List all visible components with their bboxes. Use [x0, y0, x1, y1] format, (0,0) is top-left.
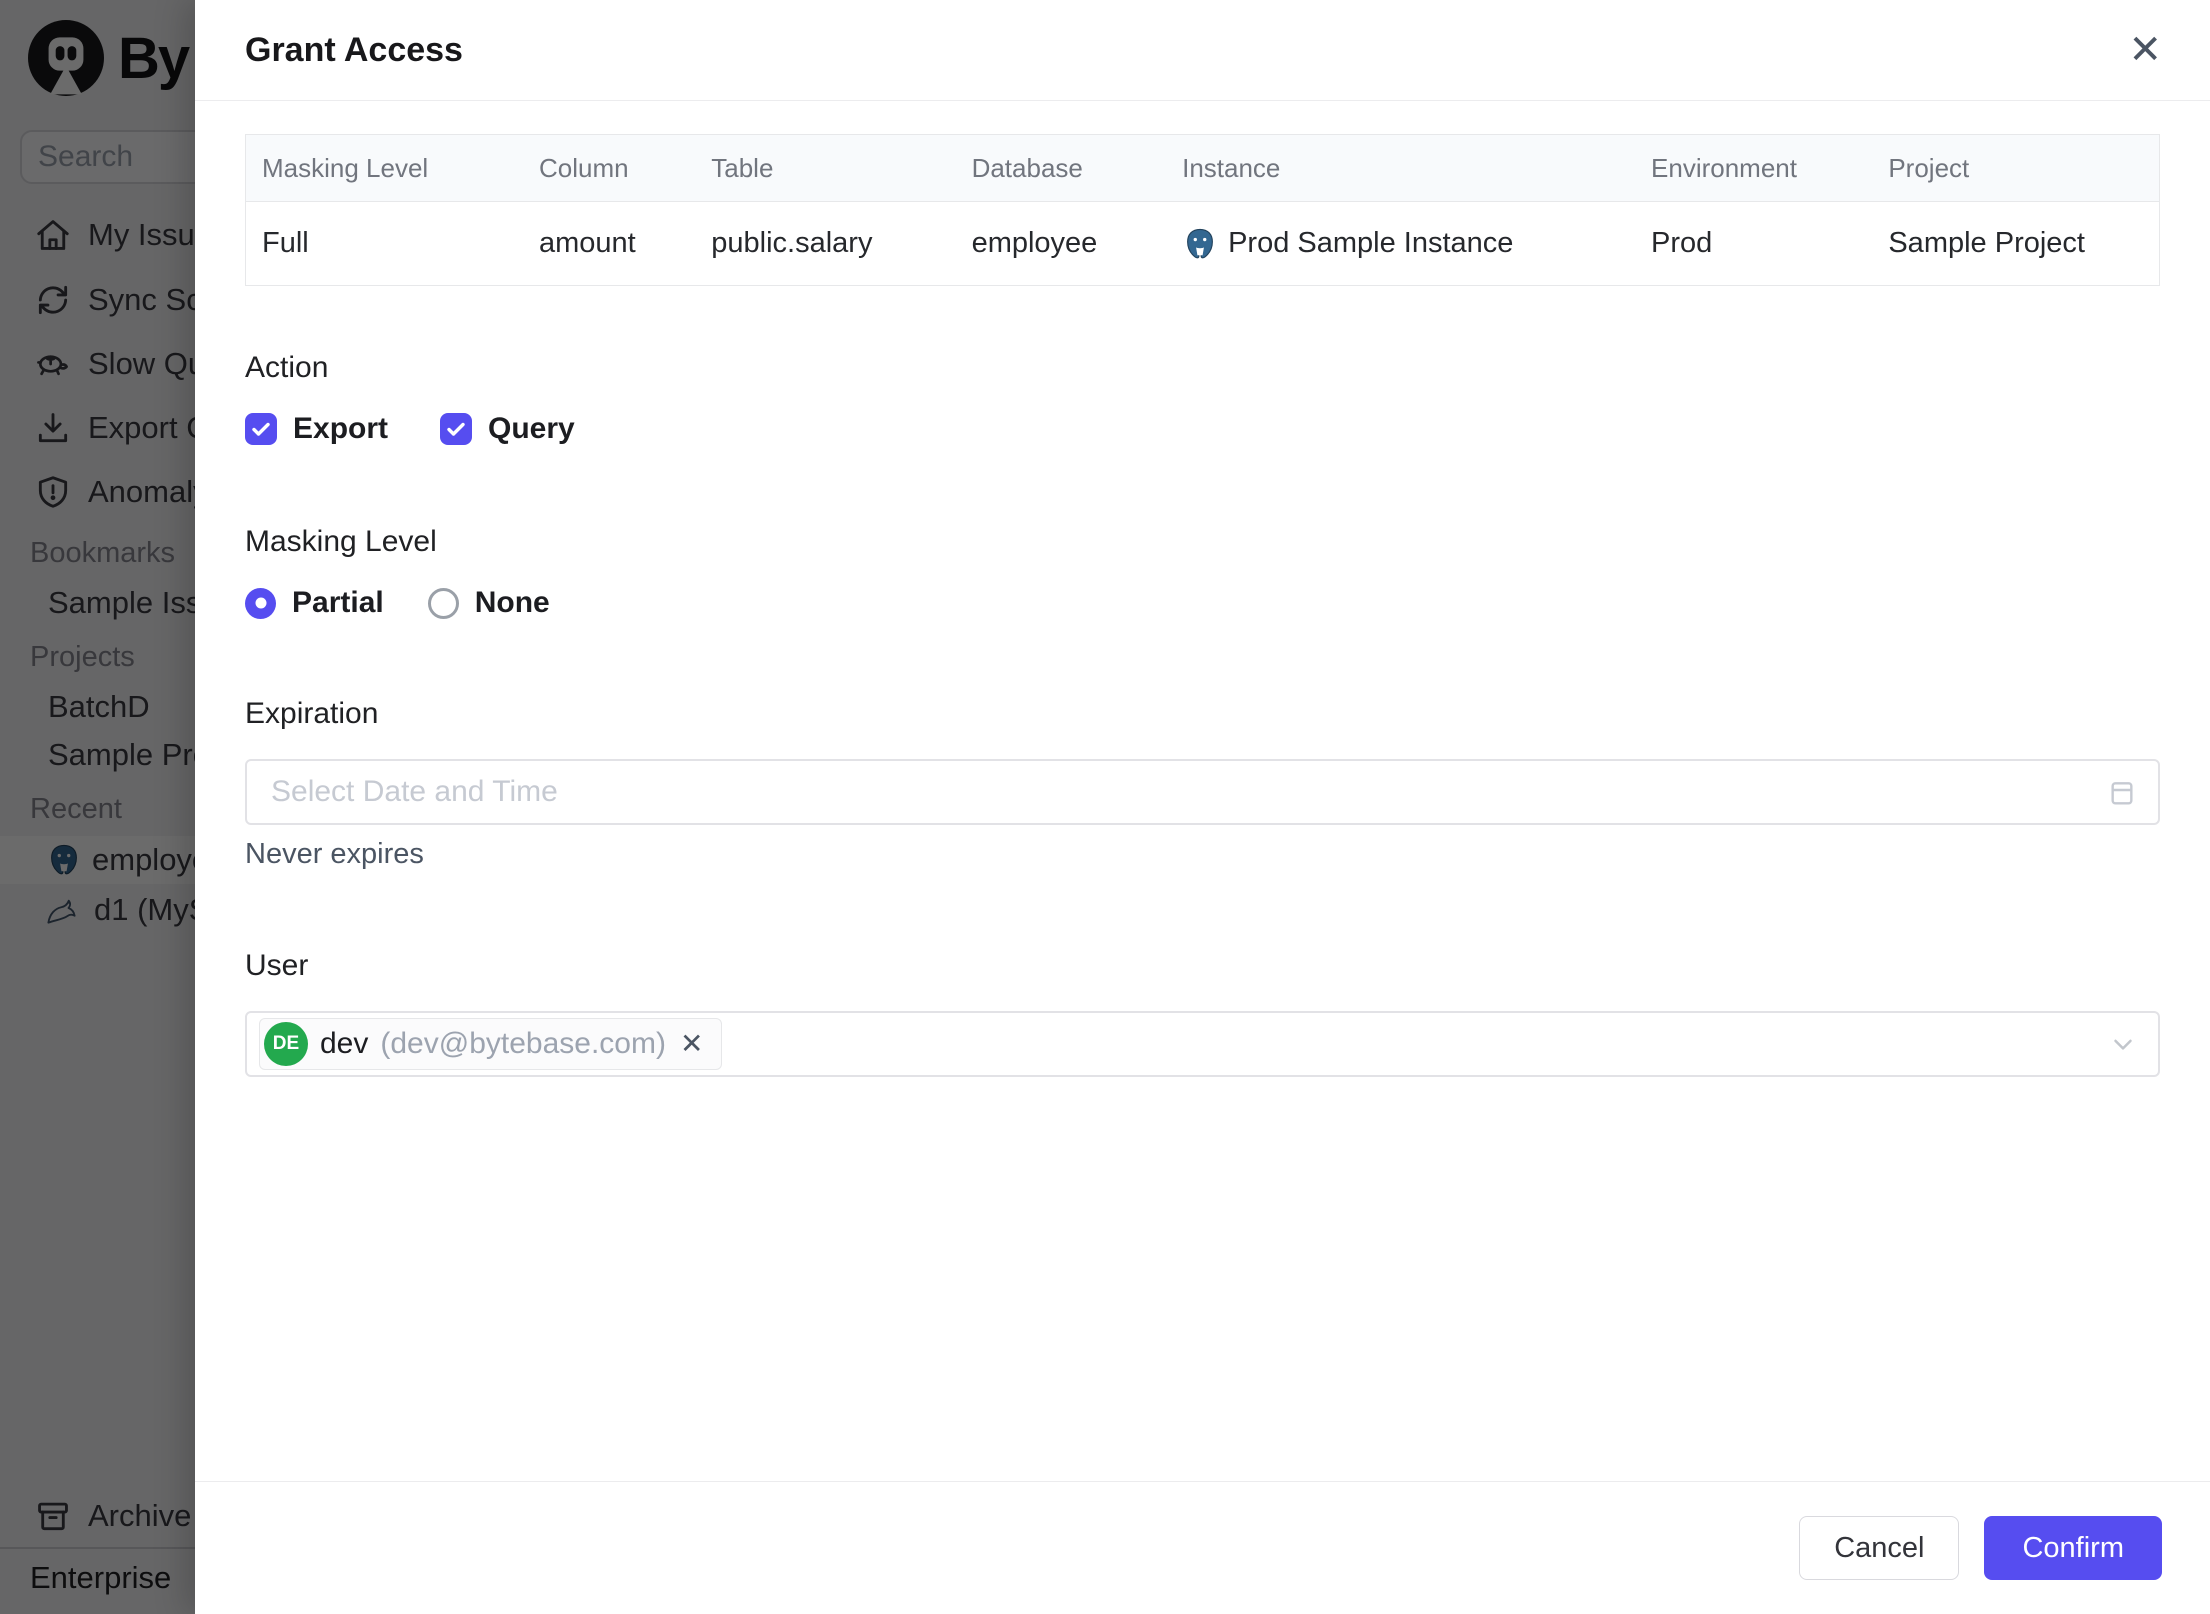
modal-header: Grant Access ✕	[195, 0, 2210, 101]
user-name: dev	[320, 1027, 369, 1060]
export-label: Export	[293, 412, 389, 445]
col-masking-level: Masking Level	[245, 134, 524, 202]
calendar-icon[interactable]	[2106, 776, 2138, 808]
col-environment: Environment	[1635, 134, 1873, 202]
table-row: Full amount public.salary employee Prod …	[245, 201, 2160, 286]
masking-options: Partial None	[245, 585, 2160, 621]
avatar: DE	[264, 1022, 308, 1066]
close-icon[interactable]: ✕	[2124, 26, 2166, 74]
none-radio[interactable]: None	[427, 586, 550, 620]
expiration-heading: Expiration	[245, 697, 379, 730]
col-instance: Instance	[1166, 134, 1636, 202]
checkbox-checked-icon	[245, 413, 277, 445]
col-table: Table	[695, 134, 956, 202]
modal-footer: Cancel Confirm	[195, 1481, 2210, 1614]
radio-selected-icon	[245, 587, 276, 619]
cell-column: amount	[523, 201, 696, 286]
query-label: Query	[488, 412, 575, 445]
action-options: Export Query	[245, 411, 2160, 447]
col-database: Database	[955, 134, 1167, 202]
expiration-datetime-field[interactable]	[245, 759, 2160, 825]
partial-label: Partial	[292, 586, 384, 619]
cell-masking-level: Full	[245, 201, 524, 286]
query-checkbox[interactable]: Query	[440, 412, 575, 446]
confirm-button[interactable]: Confirm	[1984, 1516, 2162, 1580]
checkbox-checked-icon	[440, 413, 473, 445]
modal-backdrop	[0, 0, 195, 1614]
export-checkbox[interactable]: Export	[245, 412, 388, 446]
user-email: (dev@bytebase.com)	[380, 1027, 666, 1060]
action-heading: Action	[245, 351, 329, 384]
cell-instance: Prod Sample Instance	[1166, 201, 1636, 286]
remove-user-icon[interactable]: ✕	[678, 1028, 705, 1060]
expiration-datetime-input[interactable]	[271, 775, 2106, 809]
table-header-row: Masking Level Column Table Database Inst…	[245, 134, 2160, 202]
cell-table: public.salary	[695, 201, 956, 286]
none-label: None	[474, 586, 550, 619]
sidebar: By My Issue Sync Sc	[0, 0, 195, 1614]
user-heading: User	[245, 949, 309, 982]
col-project: Project	[1872, 134, 2160, 202]
modal-body: Masking Level Column Table Database Inst…	[195, 101, 2210, 1481]
chevron-down-icon	[2108, 1029, 2138, 1059]
cell-project: Sample Project	[1872, 201, 2160, 286]
masking-level-heading: Masking Level	[245, 525, 437, 558]
postgresql-icon	[1182, 226, 1218, 262]
instance-name: Prod Sample Instance	[1228, 227, 1514, 259]
cell-database: employee	[955, 201, 1167, 286]
grant-access-modal: Grant Access ✕ Masking Level Column Tabl…	[195, 0, 2210, 1614]
partial-radio[interactable]: Partial	[245, 586, 384, 620]
modal-title: Grant Access	[245, 30, 463, 69]
user-select[interactable]: DE dev (dev@bytebase.com) ✕	[245, 1011, 2160, 1077]
cell-environment: Prod	[1635, 201, 1873, 286]
user-tag: DE dev (dev@bytebase.com) ✕	[259, 1018, 723, 1070]
col-column: Column	[523, 134, 696, 202]
grant-summary-table: Masking Level Column Table Database Inst…	[245, 134, 2160, 286]
radio-unselected-icon	[427, 587, 459, 619]
expiration-hint: Never expires	[245, 838, 424, 870]
cancel-button[interactable]: Cancel	[1799, 1516, 1960, 1580]
